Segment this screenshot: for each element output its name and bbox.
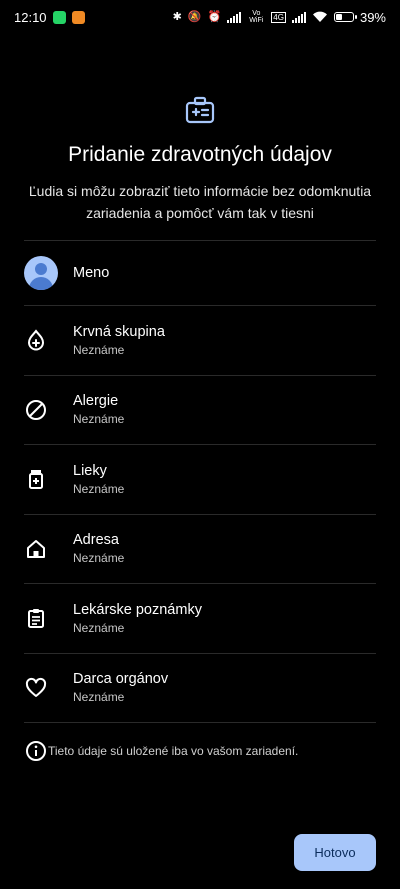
row-medications-label: Lieky [73, 462, 107, 479]
signal-icon-2 [291, 11, 306, 23]
row-allergies[interactable]: Alergie Neznáme [24, 376, 376, 445]
status-bar: 12:10 ✱ 🔕 ⏰ Vo WiFi 4G 39% [0, 0, 400, 34]
row-name[interactable]: Meno [24, 241, 376, 305]
row-blood-type-value: Neznáme [73, 342, 125, 357]
done-button[interactable]: Hotovo [294, 834, 376, 871]
row-organ-donor-label: Darca orgánov [73, 671, 169, 688]
clipboard-icon [24, 606, 73, 630]
row-organ-donor[interactable]: Darca orgánov Neznáme [24, 654, 376, 723]
block-icon [24, 398, 73, 422]
row-address-value: Neznáme [73, 551, 125, 566]
row-blood-type[interactable]: Krvná skupina Neznáme [24, 306, 376, 375]
wifi-icon [312, 11, 328, 23]
row-medical-notes[interactable]: Lekárske poznámky Neznáme [24, 584, 376, 653]
row-organ-donor-value: Neznáme [73, 690, 125, 705]
battery-icon [333, 12, 357, 22]
info-text: Tieto údaje sú uložené iba vo vašom zari… [48, 744, 299, 758]
medication-icon [24, 467, 73, 491]
avatar-icon [24, 256, 58, 290]
page-title: Pridanie zdravotných údajov [68, 143, 332, 166]
whatsapp-icon [52, 10, 66, 24]
row-medical-notes-value: Neznáme [73, 620, 125, 635]
signal-icon [227, 11, 242, 23]
alarm-icon: ⏰ [207, 10, 222, 23]
battery-percent: 39% [359, 9, 386, 25]
row-name-label: Meno [73, 265, 110, 281]
medical-id-card-icon [184, 95, 216, 127]
row-medications[interactable]: Lieky Neznáme [24, 445, 376, 514]
bluetooth-icon: ✱ [172, 10, 182, 23]
row-address-label: Adresa [73, 532, 119, 549]
network-type-label: 4G [271, 11, 286, 23]
page-subtitle: Ľudia si môžu zobraziť tieto informácie … [28, 183, 372, 221]
status-time: 12:10 [14, 9, 47, 25]
blood-drop-icon [24, 328, 73, 352]
home-icon [24, 537, 73, 561]
row-address[interactable]: Adresa Neznáme [24, 515, 376, 584]
row-medications-value: Neznáme [73, 481, 125, 496]
app-notification-icon [71, 10, 85, 24]
info-icon [24, 739, 48, 763]
row-blood-type-label: Krvná skupina [73, 323, 165, 340]
row-allergies-value: Neznáme [73, 412, 125, 427]
row-allergies-label: Alergie [73, 393, 119, 410]
medical-info-list: Meno Krvná skupina Neznáme Alergie Nezná… [24, 240, 376, 779]
info-note: Tieto údaje sú uložené iba vo vašom zari… [24, 723, 376, 779]
row-medical-notes-label: Lekárske poznámky [73, 601, 202, 618]
heart-icon [24, 676, 73, 700]
vowifi-label: Vo WiFi [249, 10, 264, 24]
mute-icon: 🔕 [187, 10, 202, 23]
